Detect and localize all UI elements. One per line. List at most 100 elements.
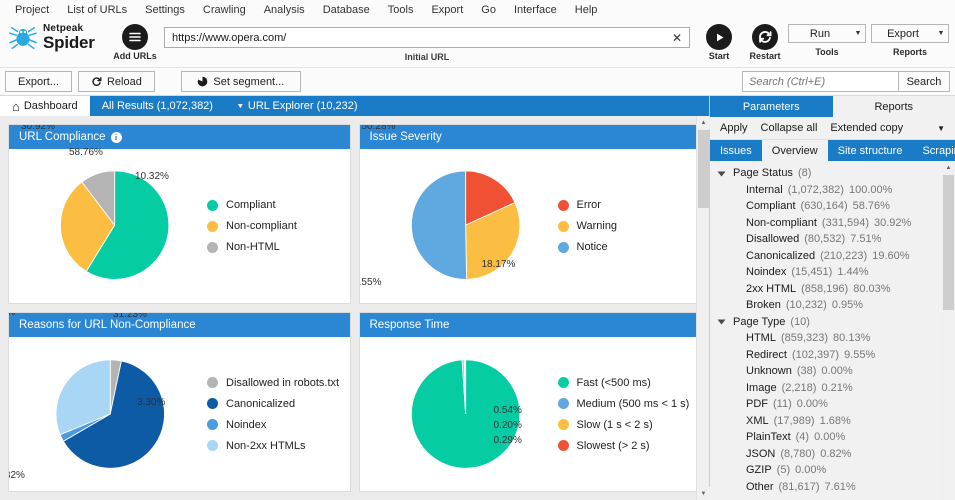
- menu-item-help[interactable]: Help: [566, 1, 607, 19]
- right-tab-reports[interactable]: Reports: [833, 96, 955, 117]
- chevron-down-icon[interactable]: ▼: [851, 30, 865, 37]
- tree-item[interactable]: PlainText(4)0.00%: [710, 429, 941, 446]
- menu-item-go[interactable]: Go: [472, 1, 505, 19]
- initial-url-input[interactable]: [172, 32, 670, 44]
- right-tab-label: Parameters: [743, 101, 800, 113]
- collapse-all-button[interactable]: Collapse all: [761, 122, 818, 134]
- legend-item[interactable]: Non-compliant: [207, 220, 350, 232]
- menu-item-interface[interactable]: Interface: [505, 1, 566, 19]
- legend-item[interactable]: Warning: [558, 220, 701, 232]
- doc-tab-url[interactable]: ▼URL Explorer (10,232): [225, 96, 370, 116]
- tree-group-count: (10): [790, 316, 810, 328]
- apply-button[interactable]: Apply: [720, 122, 748, 134]
- tree-item[interactable]: Redirect(102,397)9.55%: [710, 347, 941, 364]
- tree-item[interactable]: Disallowed(80,532)7.51%: [710, 231, 941, 248]
- legend-item[interactable]: Error: [558, 199, 701, 211]
- tree-group-page-status[interactable]: Page Status(8): [710, 165, 941, 182]
- pie-data-label: 0.54%: [494, 405, 522, 416]
- url-caption: Initial URL: [164, 52, 690, 62]
- menu-item-analysis[interactable]: Analysis: [255, 1, 314, 19]
- right-subtab-label: Overview: [772, 145, 818, 157]
- right-subtab-overview[interactable]: Overview: [762, 140, 828, 161]
- search-input[interactable]: [749, 76, 892, 88]
- tree-group-page-type[interactable]: Page Type(10): [710, 314, 941, 331]
- tree-item[interactable]: JSON(8,780)0.82%: [710, 446, 941, 463]
- legend-item[interactable]: Notice: [558, 241, 701, 253]
- tree-item[interactable]: Broken(10,232)0.95%: [710, 297, 941, 314]
- right-tab-parameters[interactable]: Parameters: [710, 96, 833, 117]
- right-subtab-issues[interactable]: Issues: [710, 140, 762, 161]
- chevron-down-icon[interactable]: ▼: [934, 30, 948, 37]
- menu-item-project[interactable]: Project: [6, 1, 58, 19]
- legend-item[interactable]: Disallowed in robots.txt: [207, 377, 350, 389]
- tree-item[interactable]: Noindex(15,451)1.44%: [710, 264, 941, 281]
- tree-content: Page Status(8)Internal(1,072,382)100.00%…: [710, 165, 955, 495]
- search-button[interactable]: Search: [898, 71, 950, 92]
- legend-item[interactable]: Compliant: [207, 199, 350, 211]
- right-subtab-site-structure[interactable]: Site structure: [828, 140, 913, 161]
- chart-legend: Fast (<500 ms) Medium (500 ms < 1 s) Slow …: [552, 377, 701, 452]
- doc-tab-dashboard[interactable]: ⌂Dashboard: [0, 96, 90, 116]
- menu-item-database[interactable]: Database: [314, 1, 379, 19]
- export-dropdown-button[interactable]: Export ▼: [871, 24, 949, 43]
- tree-item[interactable]: Unknown(38)0.00%: [710, 363, 941, 380]
- export-button[interactable]: Export...: [5, 71, 72, 92]
- scroll-up-arrow[interactable]: ▲: [697, 116, 710, 129]
- scroll-up-arrow[interactable]: ▲: [942, 161, 955, 174]
- tree-item[interactable]: XML(17,989)1.68%: [710, 413, 941, 430]
- restart-button[interactable]: Restart: [742, 21, 788, 61]
- menu-item-export[interactable]: Export: [422, 1, 472, 19]
- chevron-down-icon[interactable]: ▼: [937, 124, 945, 133]
- tree-item[interactable]: PDF(11)0.00%: [710, 396, 941, 413]
- tree-item[interactable]: Image(2,218)0.21%: [710, 380, 941, 397]
- scrollbar-thumb[interactable]: [943, 175, 954, 310]
- tree-item-count: (15,451): [791, 266, 832, 278]
- legend-label: Non-compliant: [226, 220, 297, 232]
- run-dropdown-button[interactable]: Run ▼: [788, 24, 866, 43]
- tree-item-label: HTML: [746, 332, 776, 344]
- expand-triangle-icon[interactable]: [719, 169, 728, 178]
- legend-item[interactable]: Canonicalized: [207, 398, 350, 410]
- legend-item[interactable]: Noindex: [207, 419, 350, 431]
- scrollbar-thumb[interactable]: [698, 130, 709, 208]
- right-subtab-scraping[interactable]: Scraping: [912, 140, 955, 161]
- legend-item[interactable]: Fast (<500 ms): [558, 377, 701, 389]
- legend-item[interactable]: Non-2xx HTMLs: [207, 440, 350, 452]
- legend-label: Warning: [577, 220, 618, 232]
- legend-item[interactable]: Slow (1 s < 2 s): [558, 419, 701, 431]
- ribbon-toolbar: Netpeak Spider Add URLs ✕ Initial URL St…: [0, 21, 955, 68]
- menu-item-settings[interactable]: Settings: [136, 1, 194, 19]
- tree-item[interactable]: Other(81,617)7.61%: [710, 479, 941, 496]
- menu-item-crawling[interactable]: Crawling: [194, 1, 255, 19]
- tree-item[interactable]: Compliant(630,164)58.76%: [710, 198, 941, 215]
- tree-item[interactable]: Non-compliant(331,594)30.92%: [710, 215, 941, 232]
- legend-item[interactable]: Medium (500 ms < 1 s): [558, 398, 701, 410]
- menu-item-list-of-urls[interactable]: List of URLs: [58, 1, 136, 19]
- doc-tab-all[interactable]: All Results (1,072,382): [90, 96, 225, 116]
- tree-item[interactable]: HTML(859,323)80.13%: [710, 330, 941, 347]
- info-icon[interactable]: i: [111, 132, 122, 143]
- expand-triangle-icon[interactable]: [719, 317, 728, 326]
- menu-item-tools[interactable]: Tools: [379, 1, 423, 19]
- pie-slice[interactable]: [411, 171, 466, 280]
- tree-item[interactable]: Canonicalized(210,223)19.60%: [710, 248, 941, 265]
- tree-item[interactable]: GZIP(5)0.00%: [710, 462, 941, 479]
- legend-item[interactable]: Non-HTML: [207, 241, 350, 253]
- url-bar[interactable]: ✕: [164, 27, 690, 48]
- add-urls-button[interactable]: Add URLs: [112, 21, 158, 61]
- reload-button[interactable]: Reload: [78, 71, 155, 92]
- pie-data-label: 31.23%: [113, 312, 147, 320]
- close-icon[interactable]: ✕: [670, 32, 684, 44]
- tree-item[interactable]: Internal(1,072,382)100.00%: [710, 182, 941, 199]
- dashboard-scrollbar[interactable]: ▲ ▼: [696, 116, 709, 500]
- scroll-down-arrow[interactable]: ▼: [697, 487, 710, 500]
- set-segment-button[interactable]: Set segment...: [181, 71, 301, 92]
- tree-item[interactable]: 2xx HTML(858,196)80.03%: [710, 281, 941, 298]
- legend-item[interactable]: Slowest (> 2 s): [558, 440, 701, 452]
- start-button[interactable]: Start: [696, 21, 742, 61]
- chart-legend: Compliant Non-compliant Non-HTML: [201, 199, 350, 253]
- legend-label: Notice: [577, 241, 608, 253]
- search-box[interactable]: [742, 71, 899, 92]
- extended-copy-button[interactable]: Extended copy: [830, 122, 903, 134]
- tree-scrollbar[interactable]: ▲: [942, 161, 955, 500]
